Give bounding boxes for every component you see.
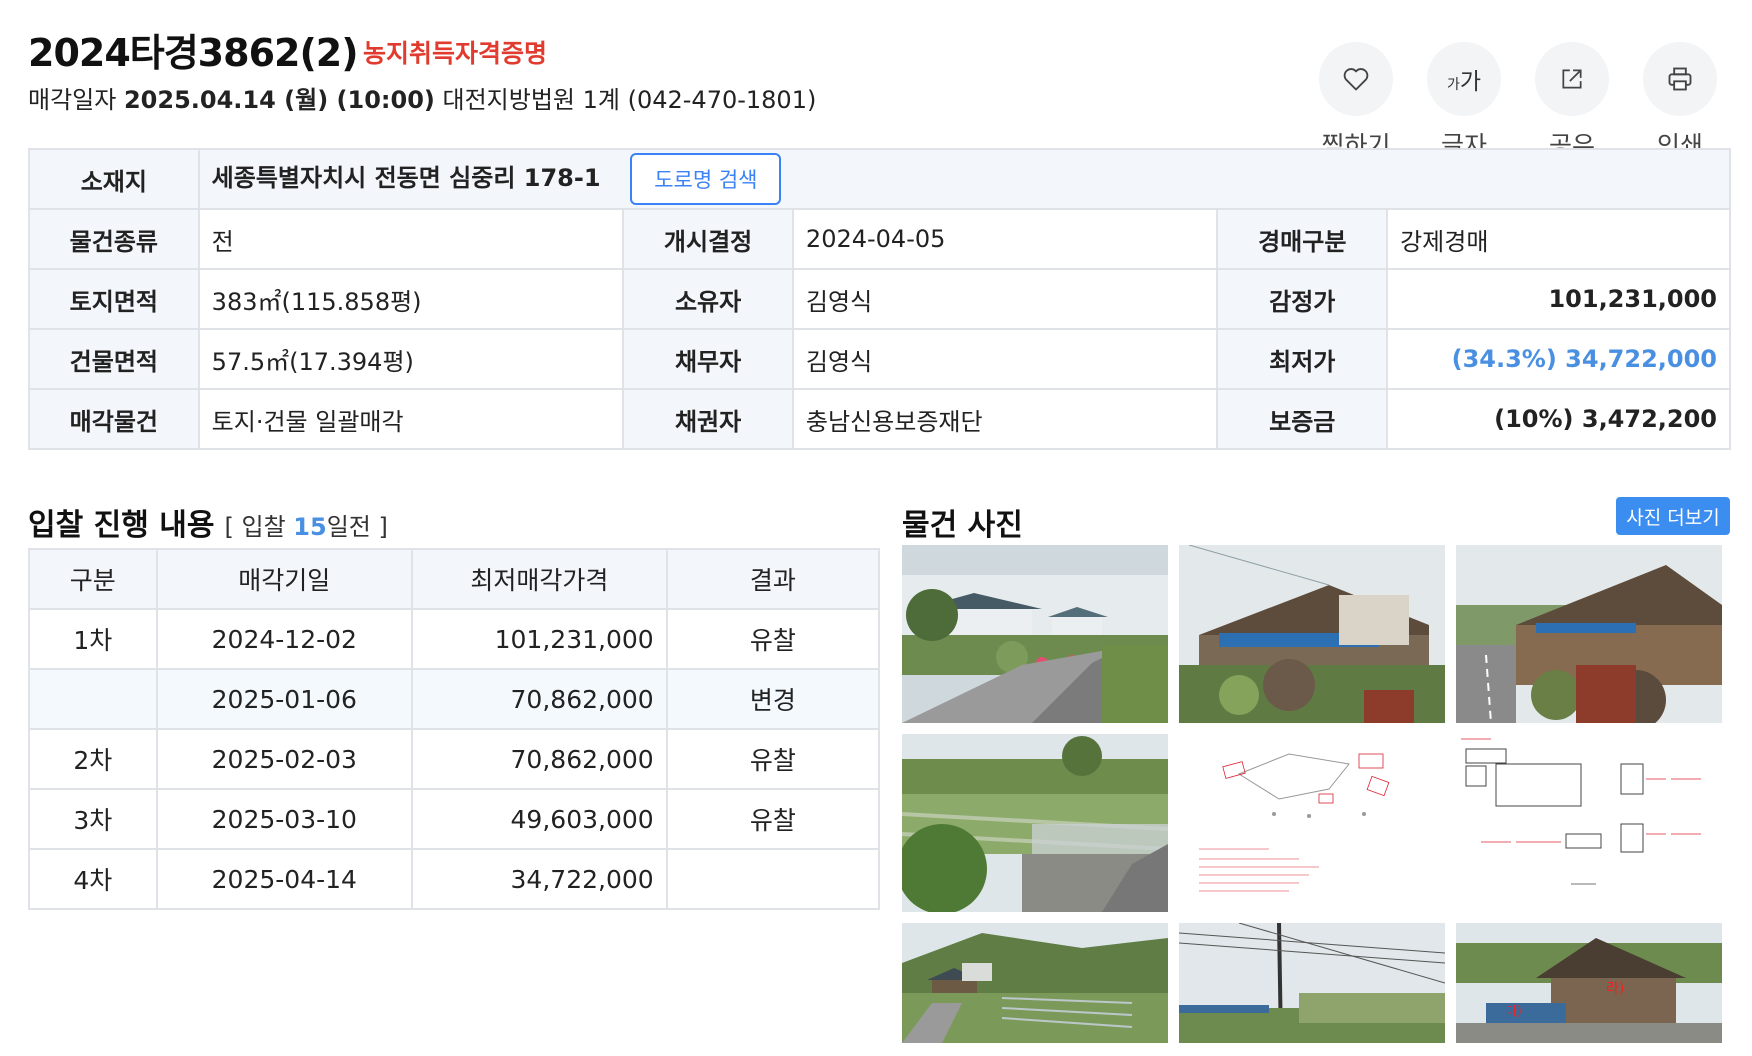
column-header: 매각기일 (155, 548, 413, 610)
bid-section-title: 입찰 진행 내용[ 입찰 15일전 ] (28, 508, 388, 543)
round-cell: 1차 (28, 608, 158, 670)
result-cell: 유찰 (665, 728, 881, 790)
location-label: 소재지 (28, 148, 200, 210)
heart-icon (1319, 42, 1393, 116)
powerline-photo[interactable] (1179, 923, 1445, 1043)
info-row: 물건종류 전 개시결정 2024-04-05 경매구분 강제경매 (28, 208, 1731, 270)
info-label: 감정가 (1216, 268, 1389, 330)
price-cell: 49,603,000 (410, 788, 668, 850)
bid-countdown: [ 입찰 15일전 ] (224, 513, 388, 541)
date-cell: 2024-12-02 (155, 608, 413, 670)
info-value: 전 (197, 208, 625, 270)
more-photos-button[interactable]: 사진 더보기 (1616, 497, 1730, 535)
date-cell: 2025-03-10 (155, 788, 413, 850)
site-plan-drawing[interactable] (1179, 734, 1445, 912)
action-toolbar: 찜하기 가가 글자 공유 인쇄 (1318, 42, 1718, 162)
info-label: 개시결정 (622, 208, 794, 270)
share-button[interactable]: 공유 (1534, 42, 1610, 162)
column-header: 최저매각가격 (410, 548, 668, 610)
sale-date: 2025.04.14 (월) (10:00) (123, 86, 435, 114)
minimum-price-value: (34.3%) 34,722,000 (1386, 328, 1731, 390)
sale-info-line: 매각일자 2025.04.14 (월) (10:00) 대전지방법원 1계 (0… (28, 80, 816, 115)
column-header: 구분 (28, 548, 158, 610)
table-row: 2차 2025-02-03 70,862,000 유찰 (28, 728, 881, 790)
property-info-table: 소재지 세종특별자치시 전동면 심중리 178-1 도로명 검색 물건종류 전 … (28, 148, 1732, 450)
location-row: 소재지 세종특별자치시 전동면 심중리 178-1 도로명 검색 (28, 148, 1732, 210)
svg-text:마): 마) (1506, 1004, 1522, 1018)
appraisal-value: 101,231,000 (1386, 268, 1731, 330)
date-cell: 2025-04-14 (155, 848, 413, 910)
road-search-button[interactable]: 도로명 검색 (630, 153, 782, 205)
info-value: 2024-04-05 (791, 208, 1219, 270)
result-cell: 유찰 (665, 788, 881, 850)
bid-header-row: 구분 매각기일 최저매각가격 결과 (28, 548, 881, 610)
round-cell: 3차 (28, 788, 158, 850)
info-label: 채무자 (622, 328, 794, 390)
price-cell: 34,722,000 (410, 848, 668, 910)
case-number: 2024타경3862(2) (28, 31, 359, 75)
price-cell: 70,862,000 (410, 668, 668, 730)
date-cell: 2025-01-06 (155, 668, 413, 730)
info-label: 보증금 (1216, 388, 1389, 450)
info-value: 강제경매 (1386, 208, 1731, 270)
info-label: 건물면적 (28, 328, 200, 390)
info-value: 충남신용보증재단 (791, 388, 1219, 450)
table-row: 3차 2025-03-10 49,603,000 유찰 (28, 788, 881, 850)
structure-diagram[interactable] (1456, 734, 1722, 912)
price-cell: 101,231,000 (410, 608, 668, 670)
info-row: 건물면적 57.5㎡(17.394평) 채무자 김영식 최저가 (34.3%) … (28, 328, 1731, 390)
info-label: 토지면적 (28, 268, 200, 330)
field-photo[interactable] (902, 734, 1168, 912)
round-cell: 2차 (28, 728, 158, 790)
result-cell: 유찰 (665, 608, 881, 670)
shed-front-photo[interactable]: 라) 마) (1456, 923, 1722, 1043)
info-label: 경매구분 (1216, 208, 1389, 270)
round-cell (28, 668, 158, 730)
info-label: 물건종류 (28, 208, 200, 270)
village-photo[interactable] (902, 923, 1168, 1043)
shed-photo-1[interactable] (1179, 545, 1445, 723)
photo-section-title: 물건 사진 (902, 508, 1023, 543)
price-cell: 70,862,000 (410, 728, 668, 790)
info-row: 매각물건 토지·건물 일괄매각 채권자 충남신용보증재단 보증금 (10%) 3… (28, 388, 1731, 450)
share-icon (1535, 42, 1609, 116)
table-row: 2025-01-06 70,862,000 변경 (28, 668, 881, 730)
photo-grid: 라) 마) (902, 545, 1734, 1043)
case-header: 2024타경3862(2) 농지취득자격증명 매각일자 2025.04.14 (… (28, 22, 1728, 160)
road-house-photo[interactable] (902, 545, 1168, 723)
date-cell: 2025-02-03 (155, 728, 413, 790)
result-cell (665, 848, 881, 910)
print-icon (1643, 42, 1717, 116)
info-value: 383㎡(115.858평) (197, 268, 625, 330)
farm-certificate-badge[interactable]: 농지취득자격증명 (363, 34, 547, 70)
round-cell: 4차 (28, 848, 158, 910)
info-label: 최저가 (1216, 328, 1389, 390)
result-cell: 변경 (665, 668, 881, 730)
info-value: 57.5㎡(17.394평) (197, 328, 625, 390)
location-address: 세종특별자치시 전동면 심중리 178-1 (211, 164, 601, 192)
court-info: 대전지방법원 1계 (042-470-1801) (442, 86, 817, 114)
svg-text:라): 라) (1606, 981, 1624, 997)
print-button[interactable]: 인쇄 (1642, 42, 1718, 162)
bid-history-table: 구분 매각기일 최저매각가격 결과 1차 2024-12-02 101,231,… (28, 548, 881, 910)
font-size-button[interactable]: 가가 글자 (1426, 42, 1502, 162)
info-label: 매각물건 (28, 388, 200, 450)
sale-prefix: 매각일자 (28, 86, 117, 114)
table-row: 4차 2025-04-14 34,722,000 (28, 848, 881, 910)
font-size-icon: 가가 (1427, 42, 1501, 116)
info-value: 토지·건물 일괄매각 (197, 388, 625, 450)
info-value: 김영식 (791, 268, 1219, 330)
info-label: 채권자 (622, 388, 794, 450)
info-value: 김영식 (791, 328, 1219, 390)
info-row: 토지면적 383㎡(115.858평) 소유자 김영식 감정가 101,231,… (28, 268, 1731, 330)
table-row: 1차 2024-12-02 101,231,000 유찰 (28, 608, 881, 670)
favorite-button[interactable]: 찜하기 (1318, 42, 1394, 162)
shed-photo-2[interactable] (1456, 545, 1722, 723)
info-label: 소유자 (622, 268, 794, 330)
column-header: 결과 (665, 548, 881, 610)
deposit-value: (10%) 3,472,200 (1386, 388, 1731, 450)
